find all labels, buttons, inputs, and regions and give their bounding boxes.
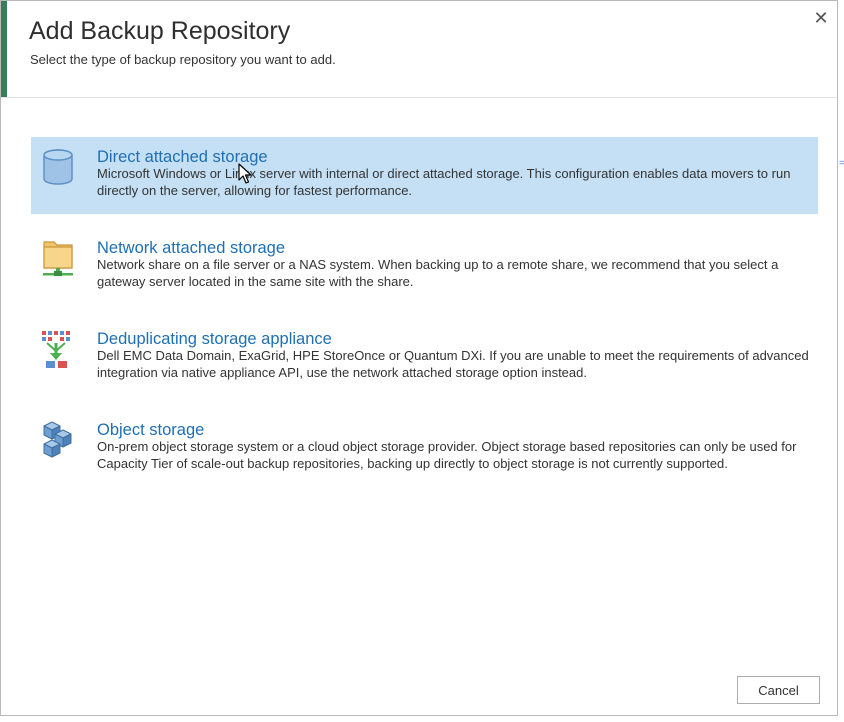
dialog-subtitle: Select the type of backup repository you… [30, 52, 336, 67]
close-icon: ✕ [813, 8, 829, 28]
cancel-button[interactable]: Cancel [737, 676, 820, 704]
network-folder-icon [43, 241, 73, 276]
dialog-title: Add Backup Repository [29, 17, 291, 45]
option-title: Deduplicating storage appliance [97, 330, 332, 348]
option-direct-attached-storage[interactable]: Direct attached storage Microsoft Window… [31, 137, 818, 214]
add-backup-repository-dialog: Add Backup Repository Select the type of… [0, 0, 838, 716]
deduplication-icon [42, 331, 70, 368]
dialog-header: Add Backup Repository Select the type of… [1, 1, 837, 98]
background-window-edge: = [839, 158, 844, 169]
repository-type-list: Direct attached storage Microsoft Window… [31, 137, 818, 514]
option-deduplicating-storage-appliance[interactable]: Deduplicating storage appliance Dell EMC… [31, 319, 818, 396]
mouse-pointer-icon [238, 163, 252, 184]
object-storage-cubes-icon [43, 421, 72, 458]
database-icon [43, 149, 73, 185]
option-description: Network share on a file server or a NAS … [97, 257, 779, 289]
option-title: Network attached storage [97, 239, 286, 257]
option-description: On-prem object storage system or a cloud… [97, 439, 797, 471]
option-description: Dell EMC Data Domain, ExaGrid, HPE Store… [97, 348, 809, 380]
option-network-attached-storage[interactable]: Network attached storage Network share o… [31, 228, 818, 305]
option-title: Direct attached storage [97, 148, 268, 166]
option-object-storage[interactable]: Object storage On-prem object storage sy… [31, 410, 818, 500]
header-accent-bar [1, 1, 7, 97]
close-button[interactable]: ✕ [811, 7, 831, 29]
option-description: Microsoft Windows or Linux server with i… [97, 166, 791, 198]
option-title: Object storage [97, 421, 205, 439]
